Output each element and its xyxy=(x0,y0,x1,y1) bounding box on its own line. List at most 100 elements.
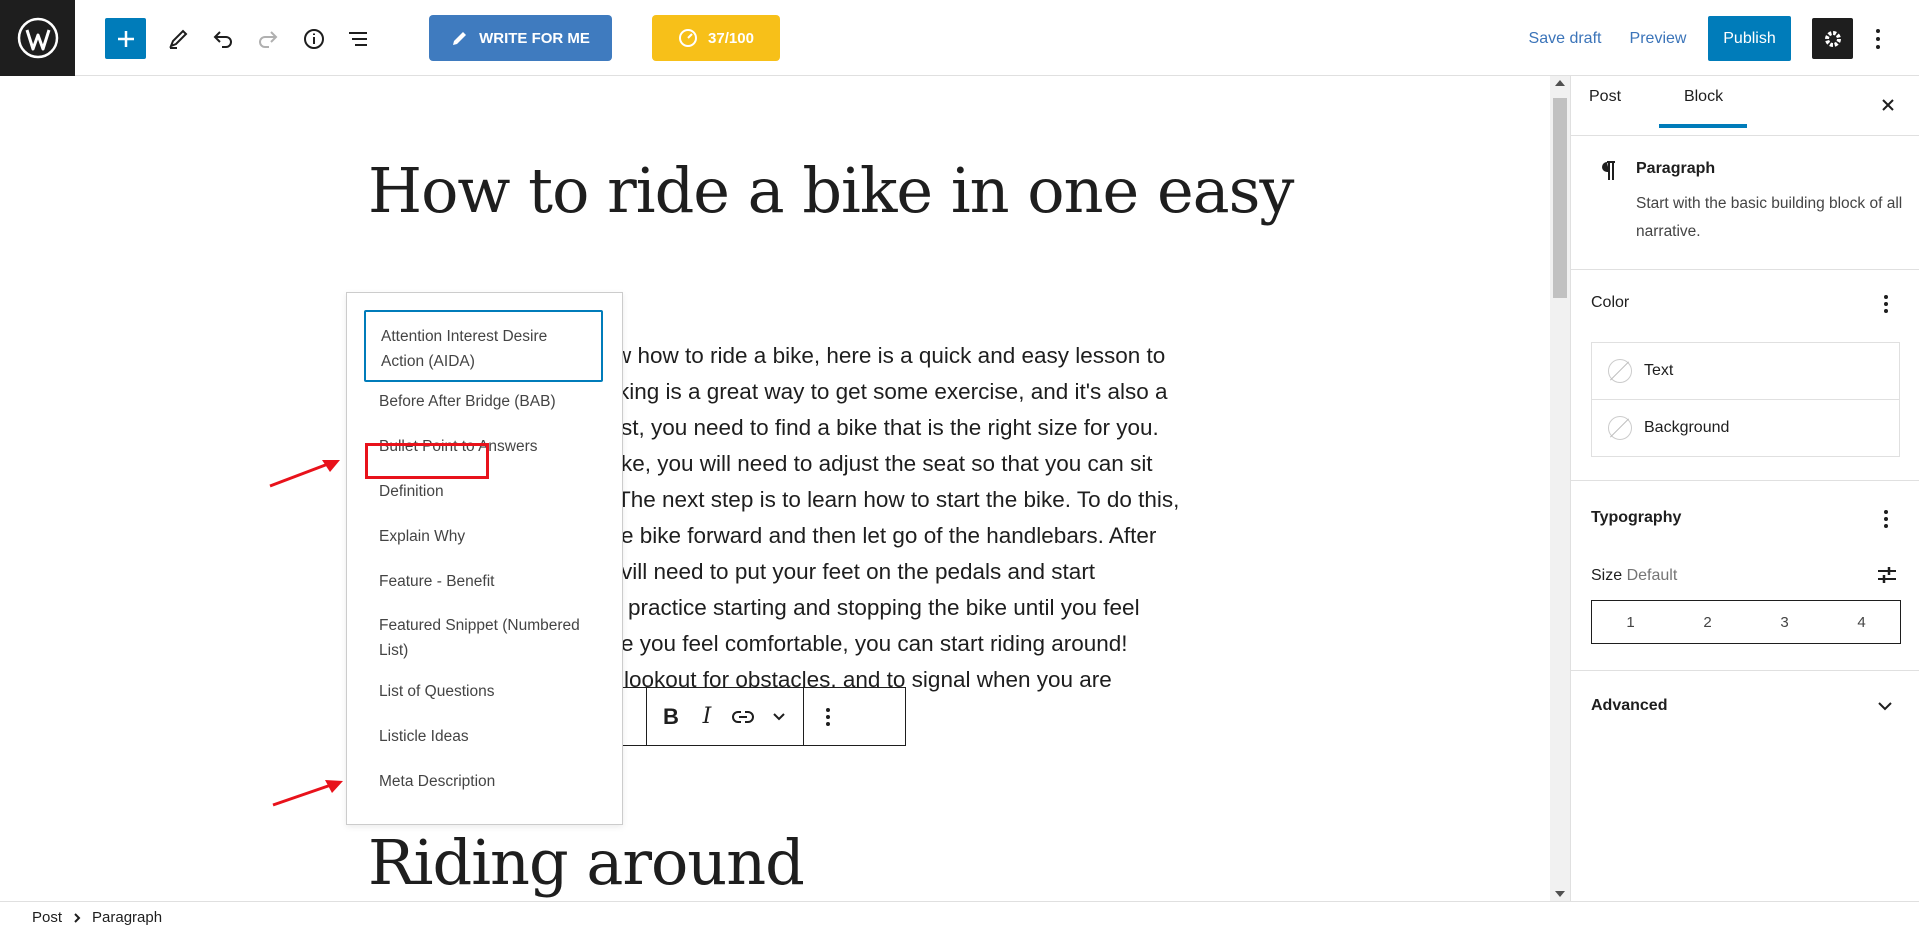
tab-block-label: Block xyxy=(1683,88,1724,105)
editor-scrollbar[interactable] xyxy=(1550,76,1570,901)
template-option-definition[interactable]: Definition xyxy=(364,479,603,504)
option-label: List of Questions xyxy=(379,683,495,700)
seo-score-button[interactable]: 37/100 xyxy=(652,15,780,61)
publish-button[interactable]: Publish xyxy=(1708,16,1791,61)
sliders-icon xyxy=(1878,567,1896,583)
redo-button[interactable] xyxy=(247,18,288,59)
write-for-me-button[interactable]: WRITE FOR ME xyxy=(429,15,612,61)
pencil-icon xyxy=(168,29,187,49)
close-sidebar-button[interactable] xyxy=(1873,90,1903,120)
font-size-option-2[interactable]: 2 xyxy=(1669,601,1746,643)
undo-icon xyxy=(213,30,232,48)
template-option-featured-snippet[interactable]: Featured Snippet (Numbered List) xyxy=(364,613,603,663)
template-option-meta-description[interactable]: Meta Description xyxy=(364,769,603,794)
vertical-ellipsis-icon xyxy=(1876,28,1880,49)
empty-swatch-icon xyxy=(1608,359,1632,383)
wordpress-logo-icon[interactable] xyxy=(0,0,75,76)
sidebar-tabs: Post Block xyxy=(1571,76,1919,136)
chevron-down-icon xyxy=(773,712,785,720)
template-option-bab[interactable]: Before After Bridge (BAB) xyxy=(364,389,603,414)
paragraph-icon xyxy=(1602,161,1615,180)
annotation-highlight-box xyxy=(365,443,489,479)
option-label: Explain Why xyxy=(379,528,466,545)
advanced-panel-title: Advanced xyxy=(1591,697,1668,714)
typography-options-button[interactable] xyxy=(1876,507,1896,531)
template-option-listicle-ideas[interactable]: Listicle Ideas xyxy=(364,724,603,749)
tools-button[interactable] xyxy=(157,18,198,59)
publish-label: Publish xyxy=(1723,29,1776,47)
close-icon xyxy=(1882,99,1894,111)
template-option-explain-why[interactable]: Explain Why xyxy=(364,524,603,549)
font-size-value: Default xyxy=(1626,567,1678,584)
font-size-option-1[interactable]: 1 xyxy=(1592,601,1669,643)
add-block-button[interactable] xyxy=(105,18,146,59)
options-button[interactable] xyxy=(1862,18,1894,59)
post-title[interactable]: How to ride a bike in one easy xyxy=(368,154,1294,227)
background-color-option[interactable]: Background xyxy=(1591,399,1900,457)
settings-button[interactable] xyxy=(1812,18,1853,59)
option-label: Before After Bridge (BAB) xyxy=(379,393,556,410)
bold-label: B xyxy=(663,703,679,729)
italic-button[interactable]: I xyxy=(689,697,725,737)
vertical-ellipsis-icon xyxy=(1884,295,1888,313)
tab-block[interactable]: Block xyxy=(1659,88,1747,128)
save-draft-label: Save draft xyxy=(1528,29,1602,47)
pencil-icon xyxy=(453,32,467,45)
empty-swatch-icon xyxy=(1608,416,1632,440)
vertical-ellipsis-icon xyxy=(1884,510,1888,528)
bold-button[interactable]: B xyxy=(653,697,689,737)
gauge-icon xyxy=(679,29,698,47)
font-size-label-row: Size Default xyxy=(1591,567,1677,585)
scrollbar-thumb[interactable] xyxy=(1553,98,1567,298)
more-formats-button[interactable] xyxy=(761,697,797,737)
undo-button[interactable] xyxy=(202,18,243,59)
editor-header: WRITE FOR ME 37/100 Save draft Preview P… xyxy=(0,0,1919,76)
editor-canvas[interactable]: How to ride a bike in one easy w how to … xyxy=(0,76,1550,901)
option-label: Definition xyxy=(379,483,444,500)
font-size-picker: 1 2 3 4 xyxy=(1591,600,1901,644)
info-icon xyxy=(303,28,324,49)
heading-block[interactable]: Riding around xyxy=(368,826,805,899)
breadcrumb-paragraph[interactable]: Paragraph xyxy=(92,909,162,926)
preview-button[interactable]: Preview xyxy=(1629,18,1687,59)
redo-icon xyxy=(258,30,277,48)
option-label: Attention Interest Desire Action (AIDA) xyxy=(381,328,548,370)
details-button[interactable] xyxy=(293,18,334,59)
gear-icon xyxy=(1824,30,1841,47)
block-card: Paragraph Start with the basic building … xyxy=(1571,136,1919,270)
write-for-me-label: WRITE FOR ME xyxy=(479,29,590,47)
plus-icon xyxy=(117,30,134,47)
color-panel: Color Text Background xyxy=(1571,270,1919,481)
scroll-down-icon[interactable] xyxy=(1555,891,1565,897)
block-name: Paragraph xyxy=(1636,160,1716,177)
annotation-arrow-icon xyxy=(269,460,340,488)
block-description: Start with the basic building block of a… xyxy=(1636,195,1903,240)
template-option-list-of-questions[interactable]: List of Questions xyxy=(364,679,603,704)
annotation-arrow-icon xyxy=(272,780,343,807)
custom-size-button[interactable] xyxy=(1875,563,1899,587)
advanced-panel[interactable]: Advanced xyxy=(1571,671,1919,737)
breadcrumb-post[interactable]: Post xyxy=(32,909,62,926)
template-option-feature-benefit[interactable]: Feature - Benefit xyxy=(364,569,603,594)
font-size-option-3[interactable]: 3 xyxy=(1746,601,1823,643)
color-options-button[interactable] xyxy=(1876,292,1896,316)
vertical-ellipsis-icon xyxy=(826,707,830,726)
background-color-label: Background xyxy=(1644,419,1730,436)
block-options-button[interactable] xyxy=(810,697,846,737)
option-label: Meta Description xyxy=(379,773,496,790)
typography-panel-title: Typography xyxy=(1591,509,1682,526)
scroll-up-icon[interactable] xyxy=(1555,80,1565,86)
text-color-label: Text xyxy=(1644,362,1674,379)
template-option-aida[interactable]: Attention Interest Desire Action (AIDA) xyxy=(364,310,603,382)
save-draft-button[interactable]: Save draft xyxy=(1528,18,1602,59)
font-size-label: Size xyxy=(1591,567,1623,584)
preview-label: Preview xyxy=(1629,29,1687,47)
list-view-button[interactable] xyxy=(338,18,379,59)
font-size-option-4[interactable]: 4 xyxy=(1823,601,1900,643)
link-button[interactable] xyxy=(725,697,761,737)
block-toolbar: B I xyxy=(597,687,906,746)
tab-post[interactable]: Post xyxy=(1589,88,1621,106)
breadcrumb: Post Paragraph xyxy=(0,901,1919,933)
text-color-option[interactable]: Text xyxy=(1591,342,1900,400)
link-icon xyxy=(732,710,754,723)
